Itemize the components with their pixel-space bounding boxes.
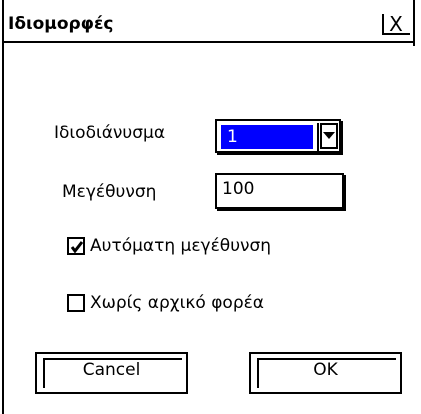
no-initial-carrier-label: Χωρίς αρχικό φορέα [90, 293, 265, 313]
eigenvector-selected-value: 1 [221, 125, 313, 149]
cancel-button-label: Cancel [82, 360, 141, 380]
ok-button-label: OK [313, 360, 338, 380]
chevron-down-icon [323, 132, 335, 139]
zoom-label: Μεγέθυνση [62, 182, 157, 202]
check-icon [70, 241, 84, 254]
auto-zoom-label: Αυτόματη μεγέθυνση [90, 236, 272, 256]
eigenvector-label: Ιδιοδιάνυσμα [54, 123, 166, 143]
zoom-input[interactable]: 100 [215, 173, 344, 209]
dropdown-button[interactable] [320, 123, 338, 149]
close-button[interactable]: X [382, 13, 410, 35]
cancel-button[interactable]: Cancel [35, 352, 188, 394]
dialog-frame-left [2, 0, 4, 414]
dialog-frame-right [413, 0, 415, 46]
ok-button[interactable]: OK [249, 352, 402, 394]
title-bar: Ιδιομορφές X [4, 5, 413, 43]
auto-zoom-checkbox[interactable] [67, 237, 85, 255]
eigenvector-select[interactable]: 1 [215, 119, 341, 153]
no-initial-carrier-checkbox[interactable] [67, 294, 85, 312]
properties-dialog: Ιδιομορφές X Ιδιοδιάνυσμα 1 Μεγέθυνση 10… [0, 0, 421, 414]
dialog-title: Ιδιομορφές [8, 14, 114, 34]
zoom-input-value: 100 [222, 179, 255, 199]
